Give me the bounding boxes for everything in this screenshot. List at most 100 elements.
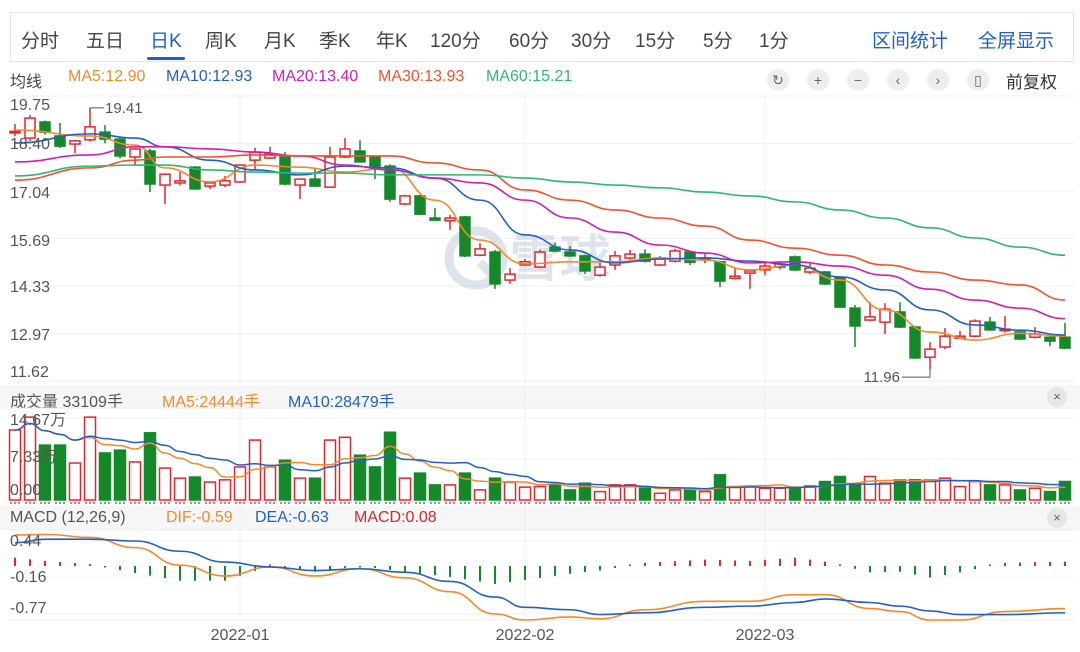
close-macd-icon[interactable]: × <box>1047 508 1067 528</box>
volume-bar <box>68 462 82 501</box>
volume-bar <box>908 479 922 501</box>
ma20-line <box>14 146 1066 320</box>
macd-header: MACD (12,26,9) DIF:-0.59 DEA:-0.63 MACD:… <box>0 506 1080 530</box>
tab-12[interactable]: 1分 <box>759 26 789 53</box>
volume-bar <box>203 481 217 501</box>
zoom-in-icon[interactable]: + <box>807 69 829 91</box>
price-tick-label: 17.04 <box>10 185 50 202</box>
volume-bar <box>773 487 787 501</box>
candle <box>1029 327 1041 339</box>
candle <box>624 249 636 260</box>
volume-tick-label: 7.33万 <box>10 449 57 466</box>
macd-tick-label: -0.16 <box>10 569 47 586</box>
volume-bar <box>458 472 472 501</box>
candle <box>84 107 96 142</box>
candle <box>54 122 66 148</box>
ma30-line <box>14 154 1066 301</box>
tab-5[interactable]: 季K <box>319 26 351 53</box>
volume-bar <box>998 484 1012 501</box>
reset-icon[interactable]: ↻ <box>767 69 789 91</box>
ma5-line <box>14 129 1066 341</box>
candle <box>999 316 1011 333</box>
volume-bar <box>968 480 982 501</box>
volume-bar <box>713 474 727 501</box>
ma-legend-row: 均线 MA5:12.90 MA10:12.93 MA20:13.40 MA30:… <box>0 64 1080 96</box>
volume-bar <box>263 466 277 501</box>
kline-chart[interactable]: 雪球 19.75 18.40 17.04 15.69 14.33 12.97 11.62 20… <box>0 0 1080 652</box>
price-tick-label: 15.69 <box>10 233 50 250</box>
candle <box>879 303 891 335</box>
volume-bar <box>608 484 622 501</box>
volume-ma5: MA5:24444手 <box>162 394 260 411</box>
candle <box>864 302 876 322</box>
volume-bar <box>893 479 907 501</box>
price-tick-label: 14.33 <box>10 279 50 296</box>
ma-title: 均线 <box>10 74 43 91</box>
volume-bar <box>803 485 817 501</box>
high-marker-line <box>89 107 104 112</box>
high-marker-label: 19.41 <box>105 100 143 117</box>
volume-bar <box>98 452 112 501</box>
chevron-right-icon[interactable]: › <box>927 69 949 91</box>
volume-bar <box>158 467 172 501</box>
adjust-mode-button[interactable]: 前复权 <box>1006 68 1057 93</box>
candle <box>1059 322 1071 350</box>
volume-ma5-line <box>14 422 1066 492</box>
candle <box>549 242 561 253</box>
candle <box>984 316 996 331</box>
volume-bar <box>503 481 517 501</box>
candle <box>564 246 576 257</box>
candle <box>264 146 276 160</box>
volume-bar <box>983 484 997 501</box>
tab-11[interactable]: 5分 <box>703 26 733 53</box>
tab-10[interactable]: 15分 <box>635 26 675 53</box>
volume-bar <box>818 480 832 501</box>
period-tab-bar: 分时 五日 日K 周K 月K 季K 年K 120分 60分 30分 15分 5分 1分 区间统计 全屏显… <box>10 12 1074 62</box>
candle <box>534 249 546 269</box>
tab-2[interactable]: 日K <box>147 26 185 60</box>
tab-9[interactable]: 30分 <box>571 26 611 53</box>
volume-bar <box>1028 487 1042 501</box>
candle <box>759 262 771 276</box>
chevron-left-icon[interactable]: ‹ <box>887 69 909 91</box>
close-volume-icon[interactable]: × <box>1047 387 1067 407</box>
candle <box>144 148 156 193</box>
candle <box>9 124 21 137</box>
tab-6[interactable]: 年K <box>376 26 408 53</box>
watermark-text: 雪球 <box>510 231 611 287</box>
fullscreen-link[interactable]: 全屏显示 <box>978 26 1054 53</box>
tab-3[interactable]: 周K <box>205 26 237 53</box>
volume-bar <box>728 485 742 501</box>
dif-line <box>14 533 1066 621</box>
candle <box>969 319 981 338</box>
tab-0[interactable]: 分时 <box>21 26 59 53</box>
volume-bar <box>638 487 652 501</box>
zoom-out-icon[interactable]: − <box>847 69 869 91</box>
volume-bar <box>53 444 67 501</box>
volume-bar <box>428 484 442 501</box>
tab-4[interactable]: 月K <box>264 26 296 53</box>
tab-7[interactable]: 120分 <box>430 26 481 53</box>
candle <box>339 138 351 159</box>
candle <box>1014 330 1026 341</box>
tab-1[interactable]: 五日 <box>86 26 124 53</box>
tab-8[interactable]: 60分 <box>509 26 549 53</box>
candle <box>774 261 786 270</box>
candle <box>909 325 921 359</box>
volume-bar <box>593 490 607 501</box>
candle <box>414 194 426 216</box>
volume-bar <box>548 484 562 501</box>
candle <box>354 140 366 163</box>
candle <box>579 254 591 275</box>
volume-bar <box>83 416 97 501</box>
volume-bar <box>878 482 892 501</box>
range-stats-link[interactable]: 区间统计 <box>872 26 948 53</box>
candle <box>444 214 456 230</box>
volume-bar <box>23 416 37 501</box>
candle <box>99 125 111 144</box>
candle-style-icon[interactable]: ▯ <box>967 69 989 91</box>
volume-bar <box>38 444 52 501</box>
volume-bar <box>323 439 337 501</box>
candle <box>204 181 216 189</box>
macd-dif: DIF:-0.59 <box>166 509 233 526</box>
